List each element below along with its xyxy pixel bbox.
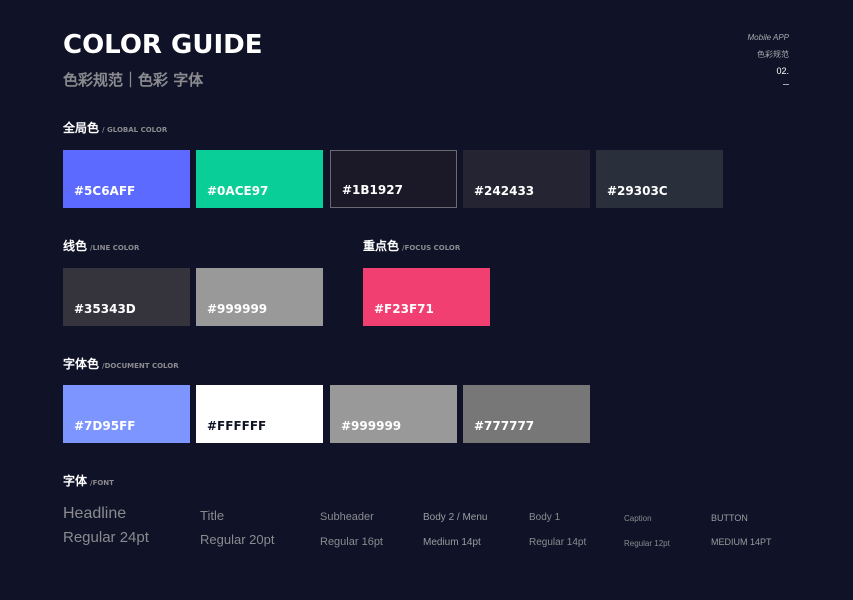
swatch-global-2: #0ACE97 <box>196 150 323 208</box>
swatch-hex-label: #5C6AFF <box>74 184 136 198</box>
swatch-document-1: #7D95FF <box>63 385 190 443</box>
swatch-focus-1: #F23F71 <box>363 268 490 326</box>
font-sample-title-name: Title <box>200 508 225 523</box>
swatch-hex-label: #242433 <box>474 184 535 198</box>
swatch-line-2: #999999 <box>196 268 323 326</box>
font-sample-subheader-name: Subheader <box>320 511 374 523</box>
font-heading: 字体 /FONT <box>63 472 114 489</box>
swatch-hex-label: #29303C <box>607 184 668 198</box>
font-sample-button-spec: MEDIUM 14PT <box>711 537 772 547</box>
document-color-heading-cn: 字体色 <box>63 357 100 371</box>
swatch-hex-label: #999999 <box>341 419 402 433</box>
font-sample-caption-name: Caption <box>624 514 652 523</box>
swatch-hex-label: #FFFFFF <box>207 419 267 433</box>
swatch-hex-label: #777777 <box>474 419 535 433</box>
font-sample-body1-name: Body 1 <box>529 512 561 523</box>
line-color-heading: 线色 /LINE COLOR <box>63 237 139 254</box>
font-sample-title-spec: Regular 20pt <box>200 532 275 547</box>
font-sample-body2-name: Body 2 / Menu <box>423 512 488 523</box>
font-sample-subheader-spec: Regular 16pt <box>320 536 383 548</box>
focus-color-heading-en: /FOCUS COLOR <box>402 244 461 252</box>
font-sample-caption-spec: Regular 12pt <box>624 539 670 548</box>
meta-app-label: Mobile APP <box>747 33 790 42</box>
font-sample-headline-name: Headline <box>63 505 127 522</box>
swatch-global-1: #5C6AFF <box>63 150 190 208</box>
swatch-hex-label: #F23F71 <box>374 302 434 316</box>
swatch-document-2: #FFFFFF <box>196 385 323 443</box>
swatch-document-4: #777777 <box>463 385 590 443</box>
swatch-hex-label: #999999 <box>207 302 268 316</box>
focus-color-heading-cn: 重点色 <box>363 239 400 253</box>
font-sample-headline-spec: Regular 24pt <box>63 529 149 546</box>
font-sample-body2-spec: Medium 14pt <box>423 537 481 548</box>
font-heading-cn: 字体 <box>63 474 88 488</box>
swatch-global-4: #242433 <box>463 150 590 208</box>
page-subtitle: 色彩规范｜色彩 字体 <box>63 71 204 89</box>
swatch-hex-label: #0ACE97 <box>207 184 269 198</box>
line-color-heading-en: /LINE COLOR <box>90 244 140 252</box>
document-color-heading: 字体色 /DOCUMENT COLOR <box>63 355 179 372</box>
font-sample-body1-spec: Regular 14pt <box>529 537 587 548</box>
page-number: 02. <box>776 66 789 76</box>
swatch-line-1: #35343D <box>63 268 190 326</box>
swatch-document-3: #999999 <box>330 385 457 443</box>
global-color-heading-cn: 全局色 <box>63 121 100 135</box>
swatch-hex-label: #1B1927 <box>342 183 403 197</box>
focus-color-heading: 重点色 /FOCUS COLOR <box>363 237 460 254</box>
font-sample-button-name: BUTTON <box>711 513 748 523</box>
meta-section-label: 色彩规范 <box>757 50 789 59</box>
page-number-underline <box>783 84 789 85</box>
page-title: COLOR GUIDE <box>63 30 263 60</box>
swatch-hex-label: #35343D <box>74 302 136 316</box>
swatch-global-3: #1B1927 <box>330 150 457 208</box>
swatch-hex-label: #7D95FF <box>74 419 136 433</box>
swatch-global-5: #29303C <box>596 150 723 208</box>
global-color-heading: 全局色 / GLOBAL COLOR <box>63 119 167 136</box>
document-color-heading-en: /DOCUMENT COLOR <box>102 362 179 370</box>
font-heading-en: /FONT <box>90 479 114 487</box>
global-color-heading-en: / GLOBAL COLOR <box>102 126 168 134</box>
line-color-heading-cn: 线色 <box>63 239 88 253</box>
